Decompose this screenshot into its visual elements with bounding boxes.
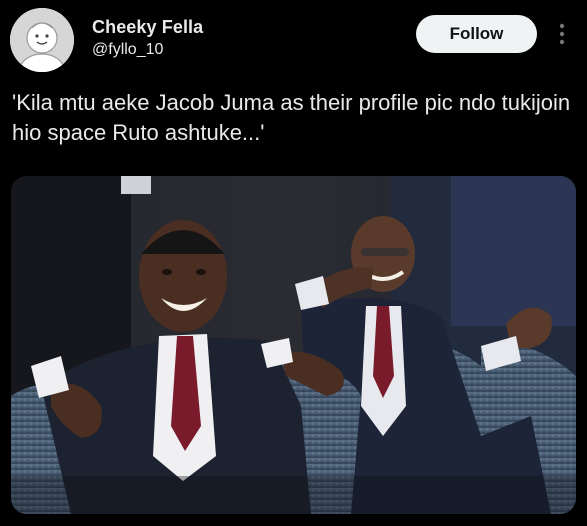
tweet-card: Cheeky Fella @fyllo_10 Follow 'Kila mtu …	[0, 0, 587, 526]
post-text: 'Kila mtu aeke Jacob Juma as their profi…	[12, 90, 577, 145]
user-handle[interactable]: @fyllo_10	[92, 41, 163, 59]
user-name[interactable]: Cheeky Fella	[92, 17, 203, 38]
avatar-illustration-icon	[10, 8, 74, 72]
more-vertical-icon	[559, 23, 565, 45]
more-options-button[interactable]	[552, 20, 572, 48]
follow-button[interactable]: Follow	[416, 15, 537, 53]
avatar[interactable]	[10, 8, 74, 72]
photo-two-men-laughing-in-armchairs	[11, 176, 576, 514]
post-photo[interactable]	[11, 176, 576, 514]
